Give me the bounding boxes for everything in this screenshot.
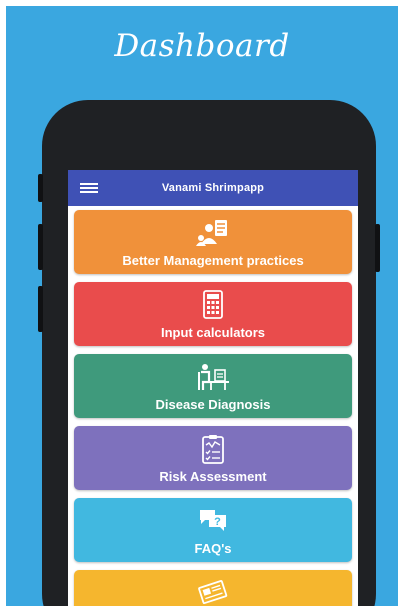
card-label: Disease Diagnosis	[155, 397, 271, 412]
card-label: Risk Assessment	[159, 469, 267, 484]
card-disease-diagnosis[interactable]: Disease Diagnosis	[74, 354, 352, 418]
dashboard-cards: Better Management practices Input calcul…	[68, 206, 358, 606]
faq-chat-icon: ?	[200, 510, 226, 531]
card-news[interactable]	[74, 570, 352, 606]
card-label: FAQ's	[194, 541, 232, 556]
clipboard-checklist-icon	[202, 435, 224, 464]
card-label: Input calculators	[160, 325, 266, 340]
page-title: Dashboard	[114, 28, 290, 64]
card-better-management-practices[interactable]: Better Management practices	[74, 210, 352, 274]
app-title: Vanami Shrimpapp	[161, 182, 265, 194]
card-risk-assessment[interactable]: Risk Assessment	[74, 426, 352, 490]
card-label: Better Management practices	[122, 253, 304, 268]
app-bar: Vanami Shrimpapp	[68, 170, 358, 206]
dashboard-frame: Dashboard Vanami Shrimpapp Better Manage…	[6, 6, 398, 606]
phone-volume-down	[38, 224, 43, 270]
phone-volume-up	[38, 174, 43, 202]
phone-side-key	[38, 286, 43, 332]
card-faqs[interactable]: ? FAQ's	[74, 498, 352, 562]
consultation-icon	[196, 220, 227, 246]
newspaper-icon	[198, 580, 228, 605]
calculator-icon	[203, 290, 223, 319]
diagnosis-icon	[198, 364, 229, 390]
svg-text:?: ?	[214, 516, 221, 528]
app-screen: Vanami Shrimpapp Better Management pract…	[68, 170, 358, 606]
phone-power-button	[375, 224, 380, 272]
card-input-calculators[interactable]: Input calculators	[74, 282, 352, 346]
